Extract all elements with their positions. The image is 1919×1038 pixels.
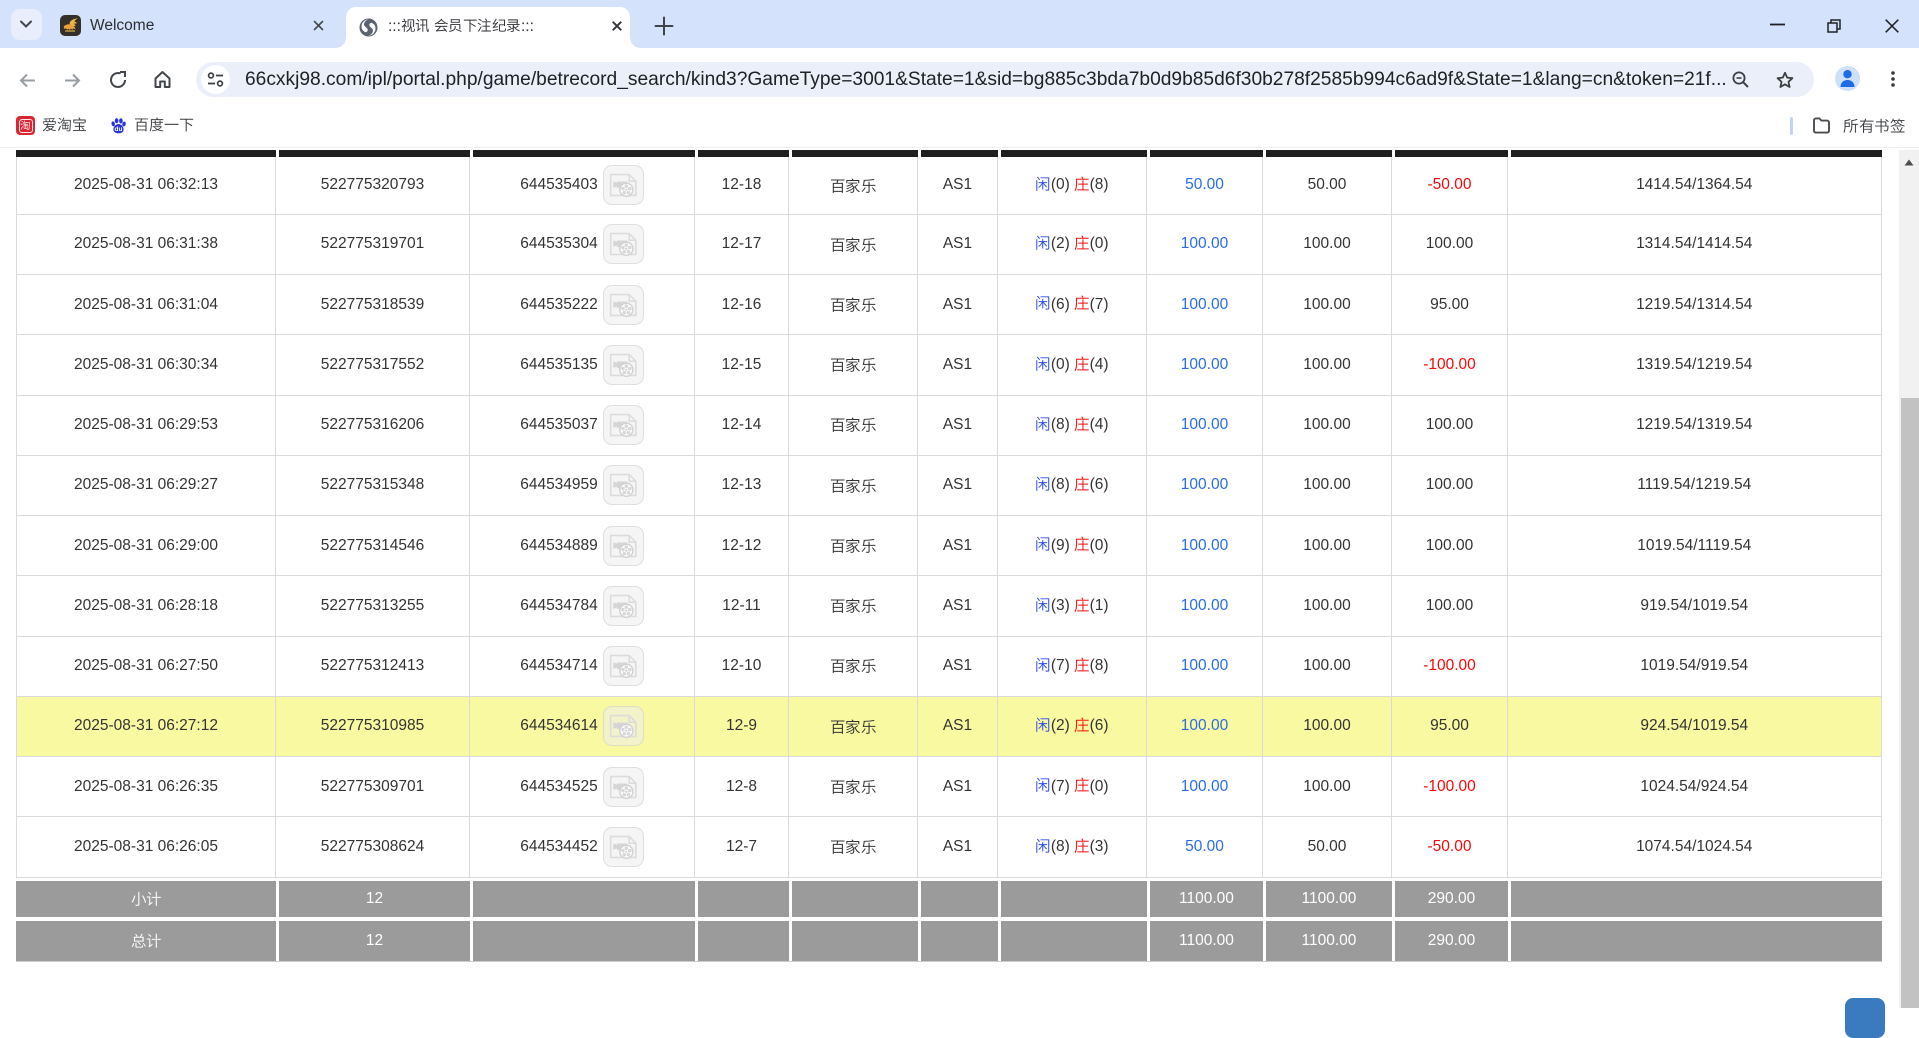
svg-text:du: du — [115, 126, 123, 133]
